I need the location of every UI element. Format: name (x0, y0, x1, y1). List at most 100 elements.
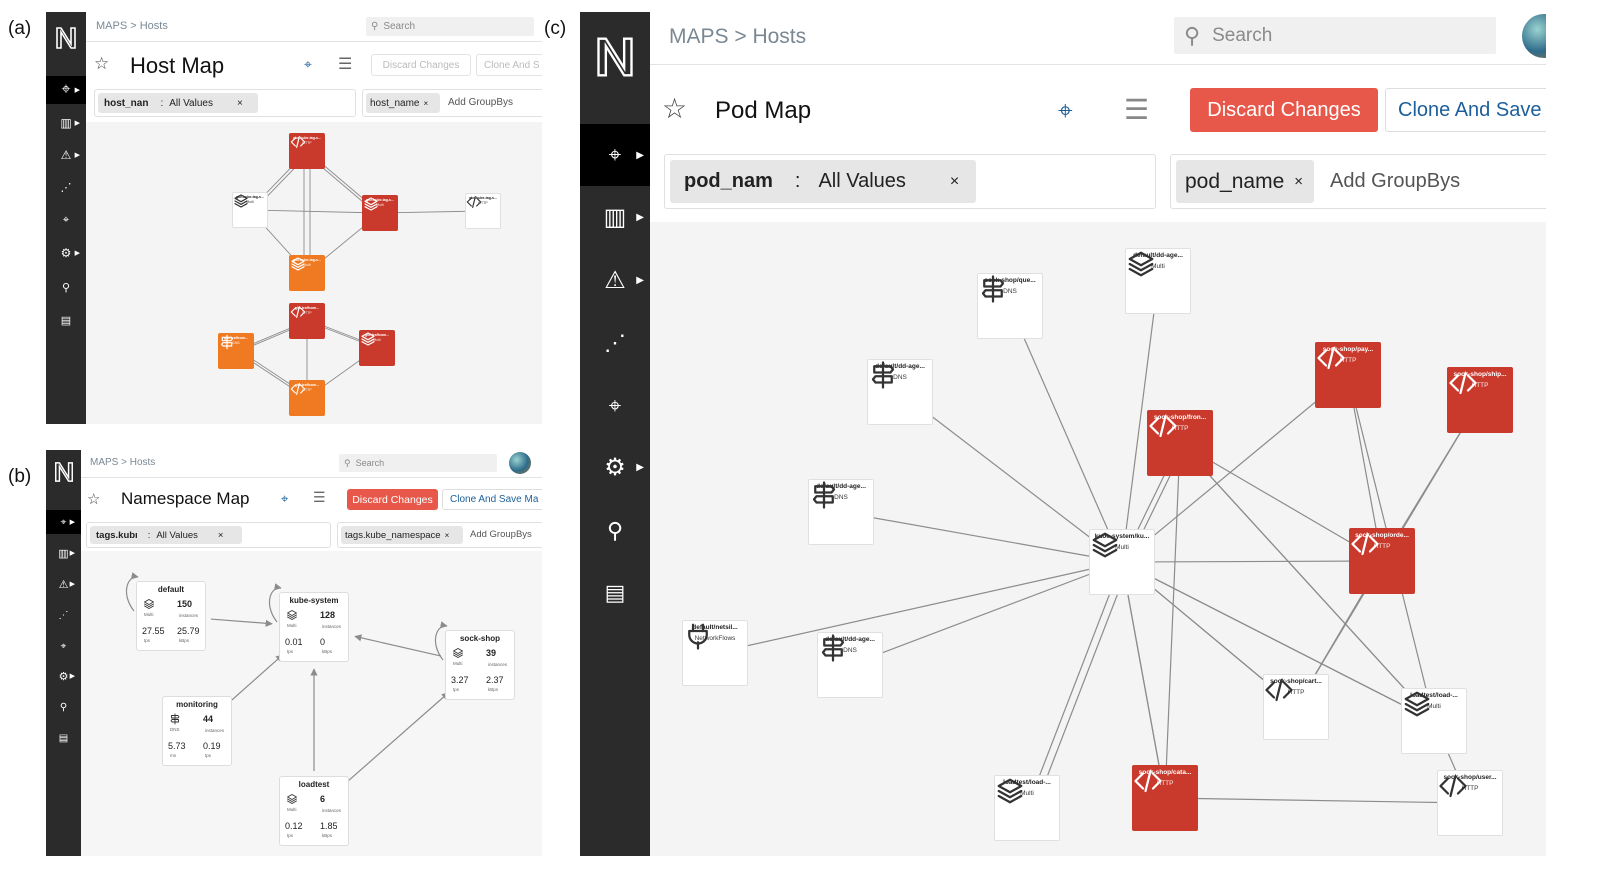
sidebar-item-charts[interactable]: ▥ ▶ (46, 110, 86, 136)
sidebar-item-alerts[interactable]: ⚠ ▶ (46, 572, 81, 596)
sidebar-item-traces[interactable]: ⋰ (46, 603, 81, 627)
namespace-card[interactable]: monitoring DNS 44 instances 5.73 ms 0.19 tps (162, 696, 232, 766)
sidebar-item-topology[interactable]: ⌖ (46, 634, 81, 658)
add-groupbys-input[interactable]: Add GroupBys (470, 529, 532, 540)
map-node[interactable]: loadtest/load-... Multi (994, 775, 1060, 841)
map-node[interactable]: sock-shop/orde... HTTP (1349, 528, 1415, 594)
sidebar-item-alerts[interactable]: ⚠ ▶ (580, 255, 650, 305)
sidebar-item-maps[interactable]: ⌖ ▶ (46, 510, 81, 534)
breadcrumb[interactable]: MAPS > Hosts (90, 457, 155, 468)
map-node[interactable]: gke-traffcom... HTTP (289, 380, 325, 416)
remove-filter-icon[interactable]: × (218, 530, 224, 541)
menu-icon[interactable]: ☰ (313, 489, 326, 506)
remove-groupby-icon[interactable]: × (445, 531, 450, 540)
sidebar-item-settings[interactable]: ⚙ ▶ (580, 442, 650, 492)
map-node[interactable]: default/netsil... NetworkFlows (682, 620, 748, 686)
sidebar-item-links[interactable]: ⚲ (46, 274, 86, 300)
map-node[interactable]: sock-shop/pay... HTTP (1315, 342, 1381, 408)
map-node[interactable]: gke-kube-tag-s... Multi (362, 195, 398, 231)
node-type: HTTP (302, 141, 312, 145)
filter-chip[interactable]: tags.kubı: All Values × (90, 526, 242, 544)
search-input[interactable]: ⚲ Search (339, 454, 497, 472)
map-node[interactable]: gke-kube-tag-s... Multi (232, 192, 268, 228)
map-node[interactable]: sock-shop/cart... HTTP (1263, 674, 1329, 740)
map-node[interactable]: default/dd-age... Multi (1125, 248, 1191, 314)
clone-and-save-button[interactable]: Clone And S (476, 54, 542, 76)
sidebar-item-settings[interactable]: ⚙ ▶ (46, 240, 86, 266)
map-node[interactable]: default/dd-age... DNS (867, 359, 933, 425)
avatar[interactable] (1522, 14, 1546, 58)
edge-line (249, 209, 381, 216)
map-canvas[interactable]: sock-shop/que... DNS default/dd-age... Mult… (650, 222, 1546, 856)
sidebar-item-maps[interactable]: ⌖ ▶ (46, 76, 86, 104)
sidebar-item-links[interactable]: ⚲ (580, 506, 650, 556)
map-node[interactable]: default/dd-age... DNS (817, 632, 883, 698)
namespace-card[interactable]: kube-system Multi 128 instances 0.01 tps 0 kBps (279, 592, 349, 662)
map-node[interactable]: sock-shop/user... HTTP (1437, 770, 1503, 836)
discard-changes-button[interactable]: Discard Changes (1190, 88, 1378, 132)
remove-filter-icon[interactable]: × (237, 98, 243, 109)
map-node[interactable]: gke-traffcom... DNS (218, 333, 254, 369)
map-canvas[interactable]: default Multi 150 instances 27.55 tps 25.79 kBp… (81, 551, 542, 856)
menu-icon[interactable]: ☰ (338, 54, 352, 74)
sidebar-item-charts[interactable]: ▥ ▶ (46, 541, 81, 565)
map-node[interactable]: gke-traffcom... Multi (359, 330, 395, 366)
map-node[interactable]: gke-kube-tag-s... Multi (289, 255, 325, 291)
sidebar-item-links[interactable]: ⚲ (46, 695, 81, 719)
sidebar-item-settings[interactable]: ⚙ ▶ (46, 664, 81, 688)
filter-chip[interactable]: pod_nam: All Values × (670, 160, 976, 203)
discard-changes-button[interactable]: Discard Changes (347, 489, 438, 510)
map-node[interactable]: default/dd-age... DNS (808, 479, 874, 545)
topology-view-icon[interactable]: ⌖ (304, 56, 312, 73)
sidebar-item-traces[interactable]: ⋰ (46, 174, 86, 200)
map-node[interactable]: gke-traffcom... HTTP (289, 303, 325, 339)
remove-groupby-icon[interactable]: × (1294, 173, 1303, 190)
sidebar-item-docs[interactable]: ▤ (580, 568, 650, 618)
map-node[interactable]: loadtest/load-... Multi (1401, 688, 1467, 754)
remove-filter-icon[interactable]: × (950, 173, 959, 191)
add-groupbys-input[interactable]: Add GroupBys (448, 97, 513, 108)
sidebar-item-charts[interactable]: ▥ ▶ (580, 192, 650, 242)
logo-icon[interactable] (46, 18, 86, 58)
clone-and-save-button[interactable]: Clone And Save Ma (442, 489, 542, 510)
groupby-chip[interactable]: host_name × (366, 93, 440, 113)
map-node[interactable]: gke-kube-tag-s... HTTP (465, 193, 501, 229)
map-node[interactable]: gke-kube-tag-s... HTTP (289, 133, 325, 169)
map-node[interactable]: sock-shop/que... DNS (977, 273, 1043, 339)
clone-and-save-button[interactable]: Clone And Save (1385, 88, 1546, 132)
sidebar-item-topology[interactable]: ⌖ (46, 207, 86, 233)
logo-icon[interactable] (46, 454, 81, 490)
breadcrumb[interactable]: MAPS > Hosts (96, 20, 168, 32)
search-input[interactable]: ⚲ Search (366, 17, 534, 36)
sidebar-item-alerts[interactable]: ⚠ ▶ (46, 142, 86, 168)
topology-view-icon[interactable]: ⌖ (1058, 95, 1073, 127)
breadcrumb[interactable]: MAPS > Hosts (669, 25, 806, 49)
topology-view-icon[interactable]: ⌖ (281, 491, 288, 507)
map-canvas[interactable]: gke-kube-tag-s... HTTP gke-kube-tag-s... Mu… (86, 122, 542, 424)
add-groupbys-input[interactable]: Add GroupBys (1330, 170, 1460, 193)
star-icon[interactable]: ☆ (94, 54, 109, 74)
map-node[interactable]: sock-shop/fron... HTTP (1147, 410, 1213, 476)
sidebar-item-maps[interactable]: ⌖ ▶ (580, 124, 650, 186)
logo-icon[interactable] (580, 22, 650, 92)
groupby-chip[interactable]: pod_name × (1176, 160, 1314, 203)
groupby-chip[interactable]: tags.kube_namespace × (341, 526, 463, 544)
menu-icon[interactable]: ☰ (1124, 93, 1149, 126)
star-icon[interactable]: ☆ (662, 92, 687, 125)
map-node[interactable]: kube-system/ku... Multi (1089, 529, 1155, 595)
discard-changes-button[interactable]: Discard Changes (371, 54, 471, 76)
remove-groupby-icon[interactable]: × (423, 99, 428, 108)
map-node[interactable]: sock-shop/ship... HTTP (1447, 367, 1513, 433)
sidebar-item-traces[interactable]: ⋰ (580, 318, 650, 368)
sidebar-item-topology[interactable]: ⌖ (580, 381, 650, 431)
namespace-card[interactable]: default Multi 150 instances 27.55 tps 25.79 kBp… (136, 581, 206, 651)
sidebar-item-docs[interactable]: ▤ (46, 307, 86, 333)
filter-chip[interactable]: host_nan: All Values × (98, 93, 258, 113)
search-input[interactable]: ⚲ Search (1174, 17, 1496, 54)
star-icon[interactable]: ☆ (87, 490, 100, 508)
namespace-card[interactable]: loadtest Multi 6 instances 0.12 tps 1.85 kBps (279, 776, 349, 846)
sidebar-item-docs[interactable]: ▤ (46, 726, 81, 750)
namespace-card[interactable]: sock-shop Multi 39 instances 3.27 tps 2.37 kBps (445, 630, 515, 700)
map-node[interactable]: sock-shop/cata... HTTP (1132, 765, 1198, 831)
avatar[interactable] (509, 452, 531, 474)
